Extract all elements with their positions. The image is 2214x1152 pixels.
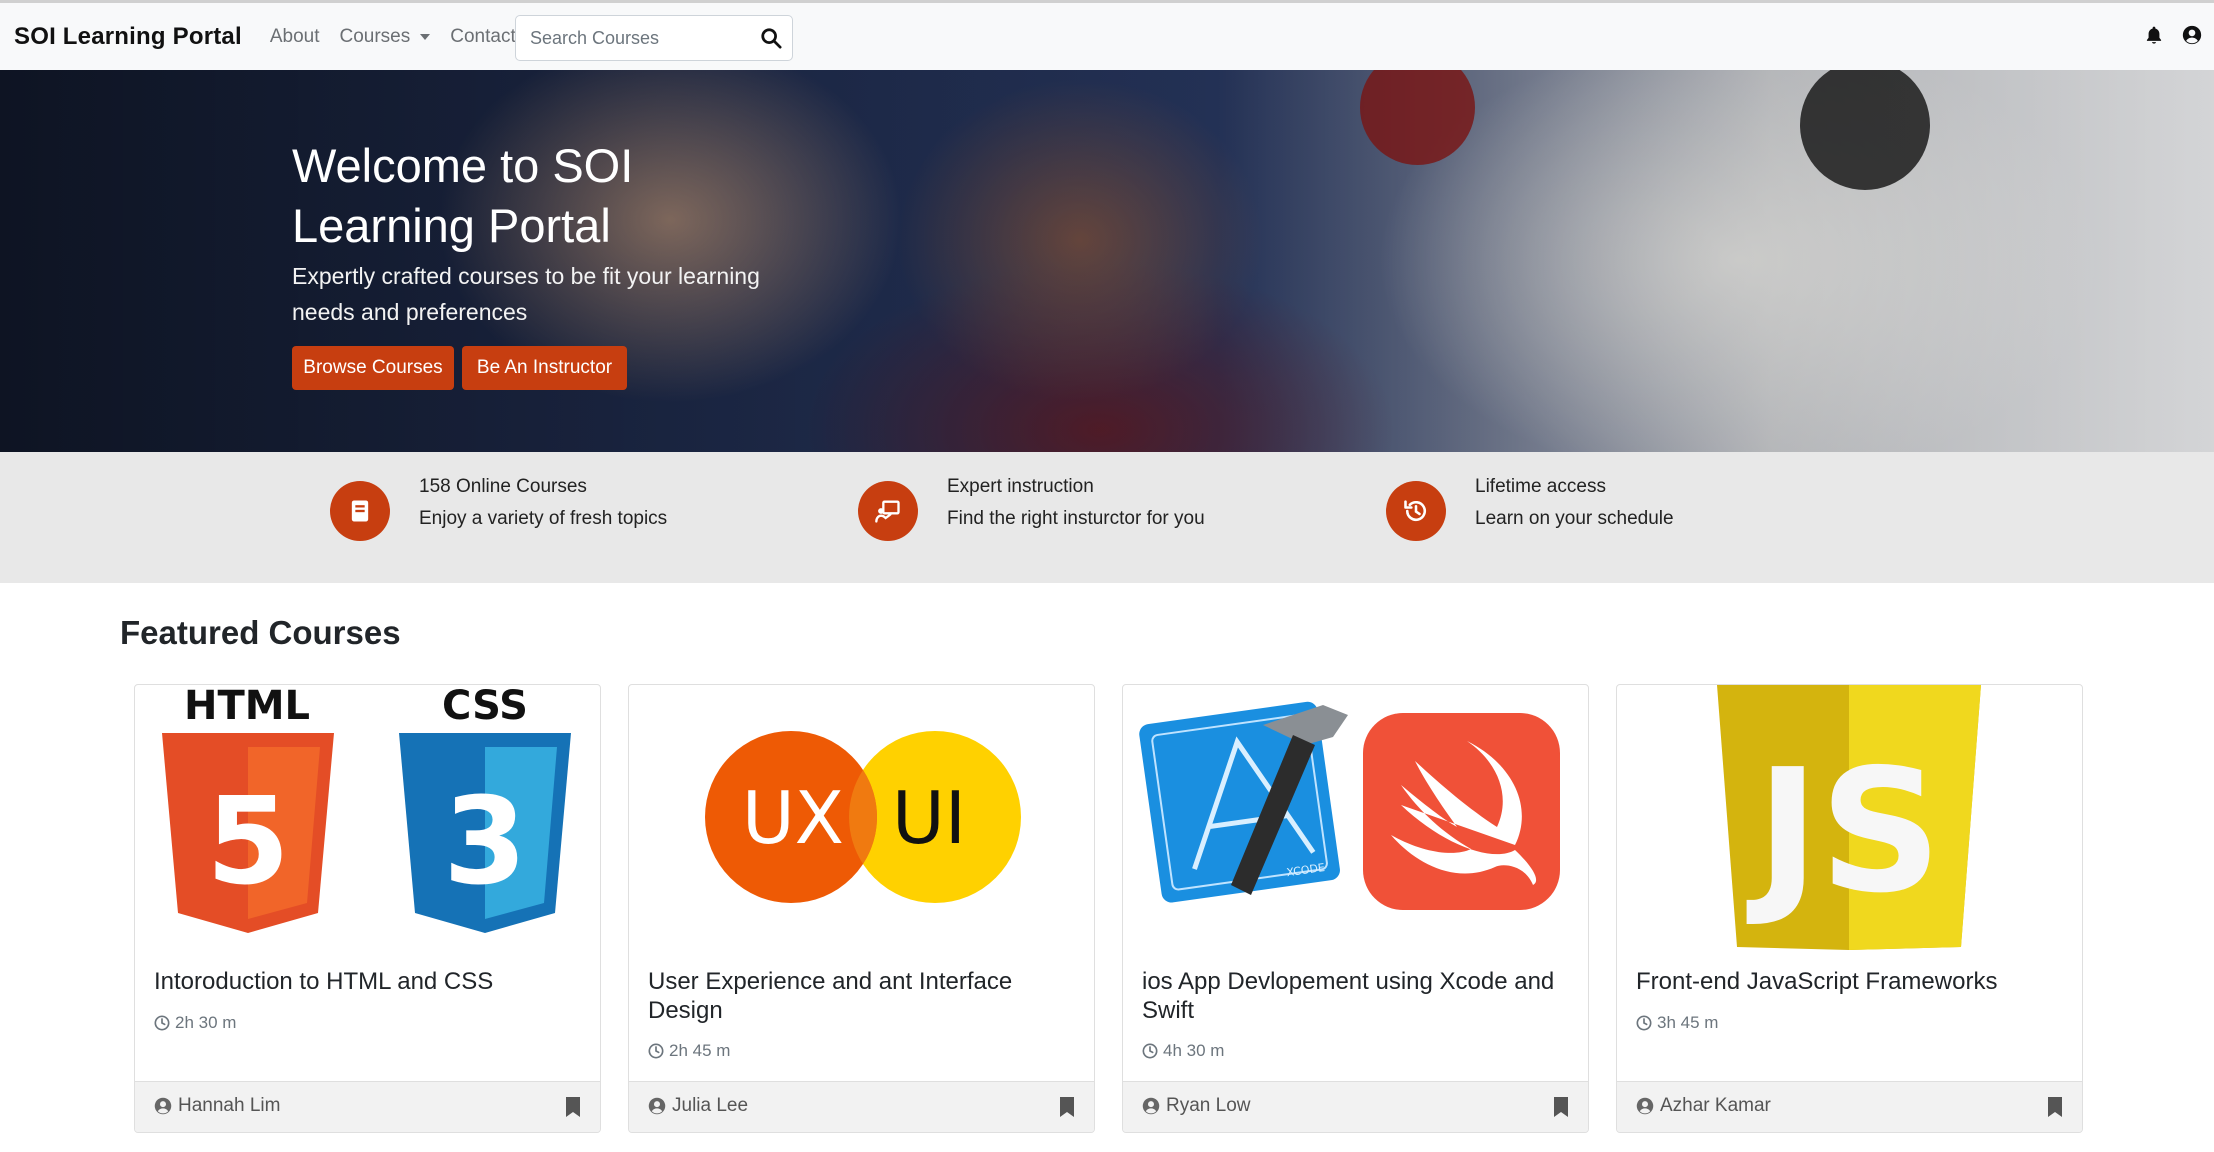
clock-icon	[1636, 1015, 1652, 1031]
html-word: HTML	[184, 685, 310, 729]
book-icon	[351, 500, 369, 522]
hero-title: Welcome to SOI Learning Portal	[292, 139, 634, 252]
hero-subtitle: Expertly crafted courses to be fit your …	[292, 263, 760, 325]
course-title[interactable]: Intoroduction to HTML and CSS	[154, 967, 584, 996]
features-strip: 158 Online Courses Enjoy a variety of fr…	[0, 452, 2214, 583]
xcode-swift-logo: XCODE	[1139, 701, 1560, 910]
card-footer: Ryan Low	[1123, 1081, 1588, 1132]
ux-text: UX	[742, 776, 844, 860]
course-author: Julia Lee	[648, 1095, 748, 1117]
bookmark-icon[interactable]	[2046, 1096, 2064, 1118]
course-author: Azhar Kamar	[1636, 1095, 1771, 1117]
course-card[interactable]: XCODE ios App Devlopement using Xcode an…	[1122, 684, 1589, 1133]
js-text: JS	[1746, 733, 1942, 931]
feature-title: Expert instruction	[947, 476, 1094, 497]
hero-banner: Welcome to SOI Learning Portal Expertly …	[0, 70, 2214, 452]
be-instructor-button[interactable]: Be An Instructor	[462, 346, 627, 390]
navbar: SOI Learning Portal About Courses Contac…	[0, 0, 2214, 70]
course-duration: 4h 30 m	[1142, 1041, 1224, 1061]
author-name: Azhar Kamar	[1660, 1095, 1771, 1116]
course-title[interactable]: Front-end JavaScript Frameworks	[1636, 967, 2066, 996]
feature-subtitle: Enjoy a variety of fresh topics	[419, 508, 668, 529]
ui-text: UI	[892, 776, 966, 860]
course-author: Ryan Low	[1142, 1095, 1251, 1117]
search-box	[515, 15, 793, 61]
bookmark-icon[interactable]	[564, 1096, 582, 1118]
nav-links: About Courses Contact	[270, 26, 536, 48]
card-footer: Azhar Kamar	[1617, 1081, 2082, 1132]
caret-down-icon	[420, 33, 431, 40]
javascript-logo: JS	[1717, 685, 1981, 950]
duration-text: 3h 45 m	[1657, 1013, 1719, 1032]
search-input[interactable]	[516, 27, 746, 49]
course-thumbnail: UX UI	[629, 685, 1094, 950]
feature-title: Lifetime access	[1475, 476, 1606, 497]
feature-subtitle: Find the right insturctor for you	[947, 508, 1205, 529]
course-thumbnail: XCODE	[1123, 685, 1588, 950]
ux-ui-logo: UX UI	[705, 731, 1021, 903]
course-card[interactable]: UX UI User Experience and ant Interface …	[628, 684, 1095, 1133]
search-icon[interactable]	[760, 27, 782, 49]
html-css-logo: HTML CSS 5 3	[162, 685, 571, 933]
course-thumbnail: JS	[1617, 685, 2082, 950]
user-circle-icon	[1142, 1097, 1160, 1115]
bookmark-icon[interactable]	[1058, 1096, 1076, 1118]
course-duration: 3h 45 m	[1636, 1013, 1718, 1033]
clock-icon	[1142, 1043, 1158, 1059]
duration-text: 2h 30 m	[175, 1013, 237, 1032]
bell-icon[interactable]	[2144, 25, 2164, 45]
course-card[interactable]: JS Front-end JavaScript Frameworks 3h 45…	[1616, 684, 2083, 1133]
clock-icon	[154, 1015, 170, 1031]
course-card[interactable]: HTML CSS 5 3 Intoroduction to HTML and C…	[134, 684, 601, 1133]
feature-title: 158 Online Courses	[419, 476, 587, 497]
card-footer: Julia Lee	[629, 1081, 1094, 1132]
course-author: Hannah Lim	[154, 1095, 280, 1117]
nav-about-link[interactable]: About	[270, 26, 320, 48]
nav-contact-link[interactable]: Contact	[450, 26, 515, 48]
history-icon	[1404, 500, 1426, 522]
html5-digit: 5	[206, 773, 290, 912]
browse-courses-button[interactable]: Browse Courses	[292, 346, 454, 390]
course-thumbnail: HTML CSS 5 3	[135, 685, 600, 950]
feature-subtitle: Learn on your schedule	[1475, 508, 1674, 529]
bookmark-icon[interactable]	[1552, 1096, 1570, 1118]
card-footer: Hannah Lim	[135, 1081, 600, 1132]
user-circle-icon	[648, 1097, 666, 1115]
user-circle-icon	[1636, 1097, 1654, 1115]
css-word: CSS	[442, 685, 528, 729]
duration-text: 4h 30 m	[1163, 1041, 1225, 1060]
feature-icon-badge	[330, 481, 390, 541]
course-title[interactable]: User Experience and ant Interface Design	[648, 967, 1078, 1025]
course-title[interactable]: ios App Devlopement using Xcode and Swif…	[1142, 967, 1572, 1025]
feature-icon-badge	[858, 481, 918, 541]
author-name: Julia Lee	[672, 1095, 749, 1116]
user-circle-icon	[154, 1097, 172, 1115]
brand-link[interactable]: SOI Learning Portal	[14, 23, 242, 51]
instructor-icon	[875, 500, 900, 523]
nav-courses-label: Courses	[339, 25, 411, 47]
feature-icon-badge	[1386, 481, 1446, 541]
clock-icon	[648, 1043, 664, 1059]
course-duration: 2h 30 m	[154, 1013, 236, 1033]
author-name: Hannah Lim	[178, 1095, 281, 1116]
featured-courses-heading: Featured Courses	[120, 614, 401, 651]
nav-courses-dropdown[interactable]: Courses	[340, 26, 431, 48]
author-name: Ryan Low	[1166, 1095, 1251, 1116]
nav-right	[2144, 25, 2202, 45]
css3-digit: 3	[443, 773, 527, 912]
user-circle-icon[interactable]	[2182, 25, 2202, 45]
duration-text: 2h 45 m	[669, 1041, 731, 1060]
course-duration: 2h 45 m	[648, 1041, 730, 1061]
